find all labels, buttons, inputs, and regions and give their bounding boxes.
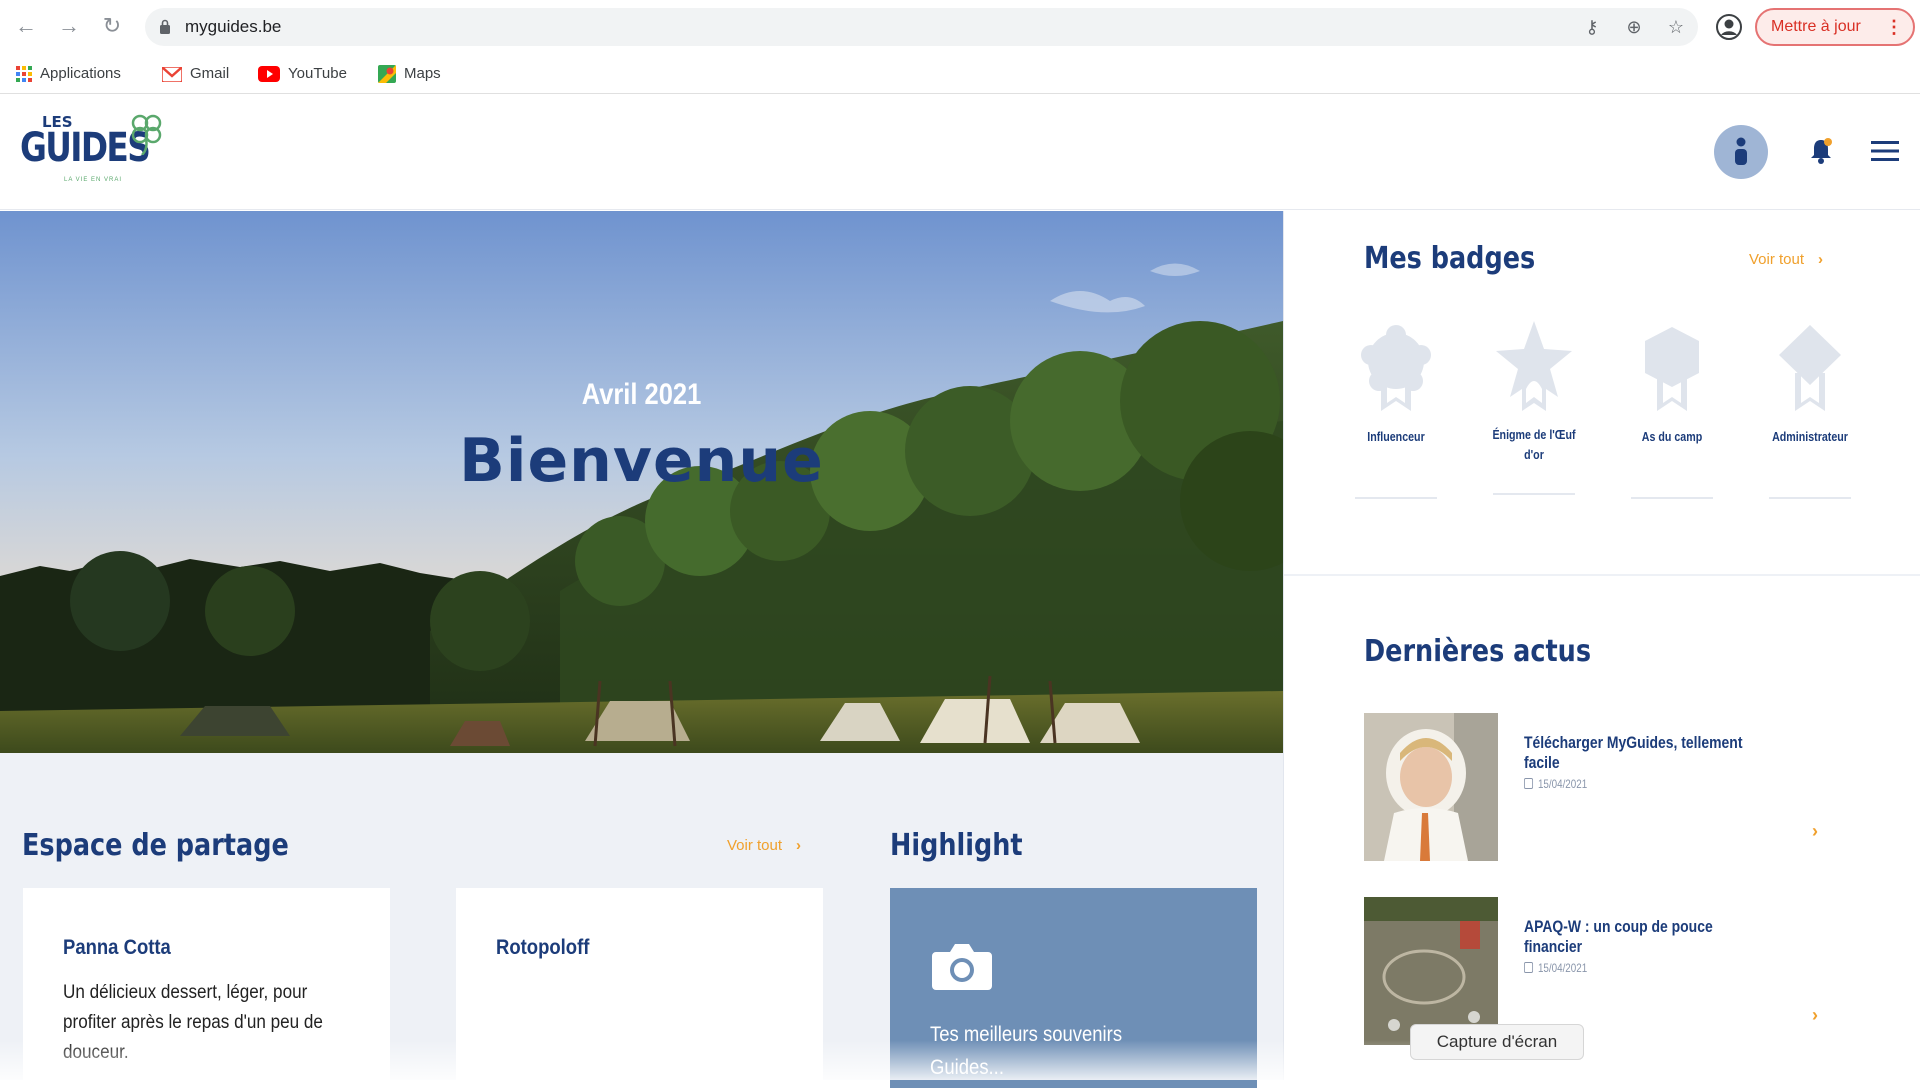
news-thumbnail bbox=[1364, 897, 1498, 1045]
hexagon-badge-icon bbox=[1645, 327, 1699, 411]
calendar-icon bbox=[1524, 962, 1534, 973]
bookmarks-bar: Applications Gmail YouTube Maps bbox=[0, 54, 1920, 94]
badge-label: As du camp bbox=[1641, 429, 1703, 444]
key-icon[interactable]: ⚷ bbox=[1581, 16, 1603, 38]
news-item[interactable]: Télécharger MyGuides, tellement facile 1… bbox=[1364, 713, 1844, 863]
right-sidebar: Mes badges Voir tout › Influenceur Énigme… bbox=[1283, 211, 1920, 1080]
news-section-title: Dernières actus bbox=[1364, 634, 1592, 669]
badge-administrateur[interactable]: Administrateur bbox=[1755, 323, 1865, 499]
apps-grid-icon bbox=[16, 66, 32, 83]
flower-badge-icon bbox=[1361, 325, 1431, 411]
bookmark-label: Applications bbox=[40, 65, 121, 82]
hamburger-menu-icon[interactable] bbox=[1871, 139, 1899, 163]
user-icon bbox=[1735, 137, 1747, 165]
card-title: Panna Cotta bbox=[63, 936, 171, 959]
maps-icon bbox=[378, 65, 396, 84]
bookmark-star-icon[interactable]: ☆ bbox=[1665, 16, 1687, 38]
chevron-right-icon: › bbox=[796, 837, 802, 854]
gmail-icon bbox=[162, 66, 182, 82]
badges-see-all-link[interactable]: Voir tout › bbox=[1749, 251, 1823, 268]
back-arrow-icon[interactable]: ← bbox=[12, 12, 40, 40]
hero-date: Avril 2021 bbox=[581, 378, 702, 411]
url-text[interactable]: myguides.be bbox=[185, 8, 281, 46]
section-divider bbox=[1284, 574, 1920, 576]
hero-banner: Avril 2021 Bienvenue bbox=[0, 211, 1283, 753]
news-date: 15/04/2021 bbox=[1524, 961, 1587, 975]
sharing-card-rotopoloff[interactable]: Rotopoloff bbox=[456, 888, 823, 1088]
clover-icon bbox=[131, 114, 162, 155]
news-date-text: 15/04/2021 bbox=[1537, 777, 1588, 791]
diamond-badge-icon bbox=[1779, 325, 1841, 411]
badge-divider bbox=[1493, 493, 1575, 495]
user-profile-button[interactable] bbox=[1714, 125, 1768, 179]
bookmark-maps[interactable]: Maps bbox=[378, 54, 441, 94]
notification-bell-icon[interactable] bbox=[1808, 137, 1834, 165]
news-title[interactable]: APAQ-W : un coup de pouce financier bbox=[1524, 917, 1770, 957]
card-title: Rotopoloff bbox=[496, 936, 590, 959]
bookmark-label: Gmail bbox=[190, 65, 230, 82]
news-title[interactable]: Télécharger MyGuides, tellement facile bbox=[1524, 733, 1770, 773]
see-all-label: Voir tout bbox=[1749, 251, 1805, 268]
badges-section-title: Mes badges bbox=[1364, 241, 1536, 276]
badge-label: Influenceur bbox=[1367, 429, 1425, 444]
badge-divider bbox=[1769, 497, 1851, 499]
hero-title: Bienvenue bbox=[459, 426, 824, 496]
sharing-see-all-link[interactable]: Voir tout › bbox=[727, 837, 801, 854]
camera-icon bbox=[932, 944, 992, 990]
install-app-icon[interactable]: ⊕ bbox=[1623, 16, 1645, 38]
chevron-right-icon: › bbox=[1818, 251, 1824, 268]
left-lower-section: Espace de partage Voir tout › Panna Cotta… bbox=[0, 753, 1283, 1088]
logo-tagline: LA VIE EN VRAI bbox=[64, 177, 123, 183]
badge-divider bbox=[1355, 497, 1437, 499]
badge-divider bbox=[1631, 497, 1713, 499]
lock-icon bbox=[160, 19, 170, 34]
update-label: Mettre à jour bbox=[1771, 18, 1861, 35]
forward-arrow-icon[interactable]: → bbox=[55, 12, 83, 40]
sharing-section-title: Espace de partage bbox=[22, 828, 289, 863]
news-thumbnail bbox=[1364, 713, 1498, 861]
star-badge-icon bbox=[1496, 321, 1572, 411]
update-browser-button[interactable]: Mettre à jour ⋮ bbox=[1755, 8, 1915, 46]
chevron-right-icon[interactable]: › bbox=[1812, 821, 1818, 842]
profile-icon[interactable] bbox=[1715, 13, 1743, 41]
screenshot-tooltip: Capture d'écran bbox=[1410, 1024, 1584, 1060]
badge-influenceur[interactable]: Influenceur bbox=[1341, 323, 1451, 499]
card-text: Un délicieux dessert, léger, pour profit… bbox=[63, 982, 323, 1063]
badge-label: Énigme de l'Œuf d'or bbox=[1492, 427, 1576, 462]
highlight-card[interactable]: Tes meilleurs souvenirs Guides... bbox=[890, 888, 1257, 1088]
site-header: LES GUIDES LA VIE EN VRAI bbox=[0, 95, 1920, 210]
bookmark-label: YouTube bbox=[288, 65, 347, 82]
chevron-right-icon[interactable]: › bbox=[1812, 1005, 1818, 1026]
see-all-label: Voir tout bbox=[727, 837, 783, 854]
badge-as-du-camp[interactable]: As du camp bbox=[1617, 323, 1727, 499]
reload-icon[interactable]: ↻ bbox=[98, 12, 126, 40]
calendar-icon bbox=[1524, 778, 1534, 789]
news-date-text: 15/04/2021 bbox=[1537, 961, 1588, 975]
bookmark-youtube[interactable]: YouTube bbox=[258, 54, 347, 94]
news-date: 15/04/2021 bbox=[1524, 777, 1587, 791]
highlight-section-title: Highlight bbox=[890, 828, 1023, 863]
more-options-icon: ⋮ bbox=[1885, 17, 1903, 37]
badge-label: Administrateur bbox=[1772, 429, 1848, 444]
les-guides-logo[interactable]: LES GUIDES LA VIE EN VRAI bbox=[20, 113, 162, 193]
youtube-icon bbox=[258, 66, 280, 83]
bookmark-label: Maps bbox=[404, 65, 441, 82]
sharing-card-panna-cotta[interactable]: Panna Cotta Un délicieux dessert, léger,… bbox=[23, 888, 390, 1088]
browser-toolbar: ← → ↻ myguides.be ⚷ ⊕ ☆ Mettre à jour ⋮ bbox=[0, 0, 1920, 54]
bookmark-applications[interactable]: Applications bbox=[16, 54, 121, 94]
bookmark-gmail[interactable]: Gmail bbox=[162, 54, 229, 94]
highlight-text: Tes meilleurs souvenirs Guides... bbox=[930, 1023, 1123, 1079]
address-bar[interactable]: myguides.be ⚷ ⊕ ☆ bbox=[145, 8, 1698, 46]
badge-enigme-oeuf-or[interactable]: Énigme de l'Œuf d'or bbox=[1479, 319, 1589, 495]
